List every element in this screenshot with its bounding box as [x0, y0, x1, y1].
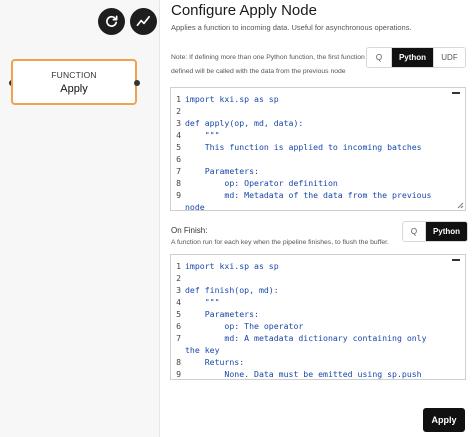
- line-number: 2: [176, 106, 181, 116]
- refresh-icon: [106, 15, 118, 27]
- refresh-button[interactable]: [98, 8, 125, 35]
- panel-title: Configure Apply Node: [171, 2, 317, 19]
- line-number: [171, 201, 185, 210]
- code-text: op: The operator: [185, 321, 304, 331]
- node-output-port[interactable]: [134, 80, 140, 86]
- line-number: 5: [176, 142, 181, 152]
- code-text: Parameters:: [185, 166, 259, 176]
- code-line[interactable]: 3 def finish(op, md):: [171, 284, 465, 296]
- code-line[interactable]: node: [171, 201, 465, 211]
- code-text: op: Operator definition: [185, 178, 338, 188]
- apply-button[interactable]: Apply: [423, 408, 465, 432]
- code-text: """: [185, 297, 220, 307]
- code-text: node: [185, 202, 205, 211]
- code-text: import kxi.sp as sp: [185, 94, 279, 104]
- code-line[interactable]: 8 op: Operator definition: [171, 177, 465, 189]
- pipeline-canvas[interactable]: FUNCTION Apply: [0, 0, 160, 437]
- on-finish-description: A function run for each key when the pip…: [171, 239, 389, 246]
- code-line[interactable]: 6: [171, 153, 465, 165]
- line-number: 2: [176, 273, 181, 283]
- line-number: 1: [176, 261, 181, 271]
- line-number: 1: [176, 94, 181, 104]
- code-line[interactable]: 8 Returns:: [171, 356, 465, 368]
- line-number: 9: [176, 190, 181, 200]
- line-number: 7: [176, 333, 181, 343]
- code-line[interactable]: 9 md: Metadata of the data from the prev…: [171, 189, 465, 201]
- line-number: 6: [176, 154, 181, 164]
- line-number: 4: [176, 130, 181, 140]
- line-number: 3: [176, 285, 181, 295]
- apply-function-node[interactable]: FUNCTION Apply: [11, 59, 137, 105]
- multi-function-note: Note: If defining more than one Python f…: [171, 54, 365, 75]
- apply-code-editor[interactable]: 1 import kxi.sp as sp 2 3 def apply(op, md, …: [170, 87, 466, 211]
- node-type-label: FUNCTION: [51, 70, 97, 80]
- code-text: This function is applied to incoming bat…: [185, 142, 422, 152]
- line-number: 4: [176, 297, 181, 307]
- resize-handle-icon[interactable]: [456, 201, 464, 209]
- code-text: md: Metadata of the data from the previo…: [185, 190, 432, 200]
- code-line[interactable]: 9 None. Data must be emitted using sp.pu…: [171, 368, 465, 379]
- editor-scroll-indicator[interactable]: [452, 92, 460, 94]
- on-finish-lang-option-q[interactable]: Q: [403, 222, 425, 241]
- line-number: 8: [176, 178, 181, 188]
- code-text: """: [185, 130, 220, 140]
- line-number: 7: [176, 166, 181, 176]
- activity-button[interactable]: [130, 8, 157, 35]
- code-line[interactable]: 5 This function is applied to incoming b…: [171, 141, 465, 153]
- code-text: md: A metadata dictionary containing onl…: [185, 333, 427, 343]
- code-text: def apply(op, md, data):: [185, 118, 304, 128]
- lang-option-udf[interactable]: UDF: [433, 48, 465, 67]
- code-line[interactable]: the key: [171, 344, 465, 356]
- code-line[interactable]: 1 import kxi.sp as sp: [171, 260, 465, 272]
- code-text: the key: [185, 345, 220, 355]
- code-text: import kxi.sp as sp: [185, 261, 279, 271]
- code-line[interactable]: 6 op: The operator: [171, 320, 465, 332]
- panel-subtitle: Applies a function to incoming data. Use…: [171, 23, 412, 32]
- line-number: 3: [176, 118, 181, 128]
- on-finish-language-selector: Q Python: [402, 221, 468, 242]
- line-number: 5: [176, 309, 181, 319]
- line-number: 6: [176, 321, 181, 331]
- code-text: Returns:: [185, 357, 245, 367]
- activity-icon: [136, 15, 150, 27]
- lang-option-python[interactable]: Python: [391, 48, 433, 67]
- code-line[interactable]: 2: [171, 272, 465, 284]
- language-selector: Q Python UDF: [366, 47, 466, 68]
- code-text: def finish(op, md):: [185, 285, 279, 295]
- node-name-label: Apply: [60, 83, 88, 95]
- line-number: 9: [176, 369, 181, 379]
- code-line[interactable]: 2: [171, 105, 465, 117]
- code-line[interactable]: 7 md: A metadata dictionary containing o…: [171, 332, 465, 344]
- editor-scroll-indicator[interactable]: [452, 259, 460, 261]
- code-line[interactable]: 7 Parameters:: [171, 165, 465, 177]
- on-finish-label: On Finish:: [171, 226, 208, 235]
- code-line[interactable]: 3 def apply(op, md, data):: [171, 117, 465, 129]
- code-text: None. Data must be emitted using sp.push: [185, 369, 422, 379]
- on-finish-lang-option-python[interactable]: Python: [425, 222, 467, 241]
- on-finish-code-editor[interactable]: 1 import kxi.sp as sp 2 3 def finish(op, md)…: [170, 254, 466, 380]
- code-line[interactable]: 5 Parameters:: [171, 308, 465, 320]
- code-line[interactable]: 4 """: [171, 129, 465, 141]
- code-line[interactable]: 1 import kxi.sp as sp: [171, 93, 465, 105]
- configure-panel: Configure Apply Node Applies a function …: [161, 0, 474, 437]
- line-number: 8: [176, 357, 181, 367]
- lang-option-q[interactable]: Q: [367, 48, 391, 67]
- line-number: [171, 344, 185, 356]
- code-text: Parameters:: [185, 309, 259, 319]
- code-line[interactable]: 4 """: [171, 296, 465, 308]
